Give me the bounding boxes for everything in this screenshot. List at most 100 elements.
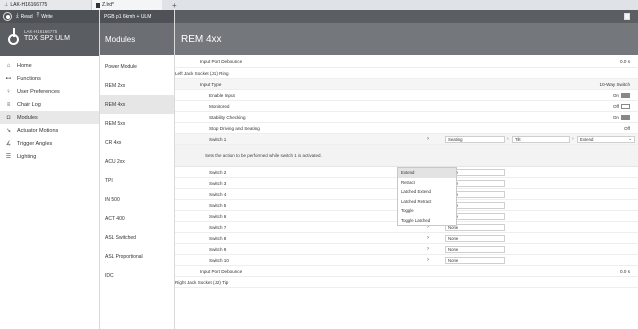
row-label: Switch 9 — [209, 246, 227, 252]
settings-row-switch[interactable]: Switch 8 › None — [175, 233, 638, 244]
row-label: Stop Driving and Seating — [209, 125, 260, 131]
tab-file[interactable]: Z.lrd* — [92, 0, 162, 10]
sidebar-item-label: Actuator Motions — [17, 127, 59, 134]
chevron-right-icon[interactable]: › — [427, 235, 429, 241]
sidebar-item-label: Trigger Angles — [17, 140, 53, 147]
sidebar-item-functions[interactable]: ⊷ Functions — [0, 72, 99, 85]
user-icon: ♀ — [6, 88, 11, 95]
module-item[interactable]: ASL Proportional — [100, 247, 174, 266]
read-icon: ⤓ — [16, 13, 19, 19]
sidebar-item-modules[interactable]: ◘ Modules — [0, 111, 99, 124]
device-name: TDX SP2 ULM — [24, 34, 70, 42]
switch-1-category-field[interactable]: Seating — [445, 135, 505, 143]
sidebar-item-home[interactable]: ⌂ Home — [0, 59, 99, 72]
row-label: Switch 7 — [209, 224, 227, 230]
dropdown-option[interactable]: Toggle — [398, 206, 456, 216]
settings-row[interactable]: Stop Driving and Seating Off — [175, 123, 638, 134]
toggle-switch[interactable] — [621, 103, 630, 109]
home-icon: ⌂ — [6, 62, 11, 69]
switch-value-field[interactable]: None — [445, 245, 505, 253]
modules-icon: ◘ — [6, 114, 11, 121]
write-button[interactable]: ⤒ Write — [37, 13, 53, 20]
module-item[interactable]: CR 4xx — [100, 133, 174, 152]
sidebar-item-actuator-motions[interactable]: ↘ Actuator Motions — [0, 124, 99, 137]
write-icon: ⤒ — [36, 13, 40, 19]
sidebar-item-chair-log[interactable]: ≡ Chair Log — [0, 98, 99, 111]
stability-toggle[interactable]: On — [612, 114, 630, 120]
row-label: Switch 4 — [209, 191, 227, 197]
row-label: Switch 3 — [209, 180, 227, 186]
toggle-label: On — [612, 114, 619, 120]
chevron-right-icon[interactable]: › — [427, 257, 429, 263]
chevron-right-icon: › — [572, 136, 574, 142]
settings-row-switch[interactable]: Switch 9 › None — [175, 244, 638, 255]
row-label: Switch 10 — [209, 257, 229, 263]
chevron-right-icon: › — [507, 136, 509, 142]
sidebar-item-label: Lighting — [17, 153, 37, 160]
sidebar-item-trigger-angles[interactable]: ∡ Trigger Angles — [0, 137, 99, 150]
module-item[interactable]: IDC — [100, 266, 174, 285]
sidebar-item-user-preferences[interactable]: ♀ User Preferences — [0, 85, 99, 98]
module-item[interactable]: REM 4xx — [100, 95, 174, 114]
connect-icon[interactable] — [3, 12, 12, 21]
module-item[interactable]: IN 500 — [100, 190, 174, 209]
switch-value-field[interactable]: None — [445, 234, 505, 242]
module-item[interactable]: REM 2xx — [100, 76, 174, 95]
switch-1-function-field[interactable]: Tilt — [512, 135, 570, 143]
program-label: PGB p1 6kmh + ULM — [100, 10, 174, 23]
settings-row-switch[interactable]: Switch 10 › None — [175, 255, 638, 266]
row-value: 10-Way Switch — [599, 81, 630, 87]
module-item[interactable]: ASL Switched — [100, 228, 174, 247]
monitored-toggle[interactable]: Off — [613, 103, 630, 109]
settings-row[interactable]: Input Port Debounce 0.0 s — [175, 266, 638, 277]
row-label: Monitored — [209, 103, 230, 109]
sidebar-item-lighting[interactable]: ☰ Lighting — [0, 150, 99, 163]
action-dropdown-menu: Extend Retract Latched Extend Latched Retra… — [397, 167, 457, 226]
module-item[interactable]: REM 5xx — [100, 114, 174, 133]
enable-input-toggle[interactable]: On — [613, 92, 630, 98]
modules-header: Modules — [100, 23, 174, 55]
sidebar-item-label: User Preferences — [17, 88, 60, 95]
settings-row[interactable]: Input Port Debounce 0.0 s — [175, 55, 638, 68]
row-label: Switch 2 — [209, 169, 227, 175]
module-item[interactable]: ACT 400 — [100, 209, 174, 228]
tab-device[interactable]: ⊥ LAK-H16166775 — [0, 0, 92, 10]
selected-value: Extend — [580, 136, 594, 142]
toggle-switch[interactable] — [621, 92, 630, 98]
switch-value-field[interactable]: None — [445, 256, 505, 264]
row-label: Enable Input — [209, 92, 235, 98]
module-item[interactable]: ACU 2xx — [100, 152, 174, 171]
new-tab-button[interactable]: + — [172, 1, 177, 10]
dropdown-option[interactable]: Latched Retract — [398, 197, 456, 207]
row-label: Switch 8 — [209, 235, 227, 241]
settings-row[interactable]: Monitored Off — [175, 101, 638, 112]
dropdown-option[interactable]: Latched Extend — [398, 187, 456, 197]
settings-row[interactable]: Stability Checking On — [175, 112, 638, 123]
section-label: Right Jack Socket (J2) Tip — [175, 279, 229, 285]
read-label: Read — [20, 13, 33, 20]
toggle-switch[interactable] — [621, 114, 630, 120]
module-item[interactable]: TPI — [100, 171, 174, 190]
settings-row[interactable]: Input Type 10-Way Switch — [175, 79, 638, 90]
settings-row-switch-1[interactable]: Switch 1 › Seating › Tilt › Extend ⌄ — [175, 134, 638, 145]
dropdown-option[interactable]: Retract — [398, 178, 456, 188]
switch-1-action-select[interactable]: Extend ⌄ — [577, 135, 635, 143]
device-tab-icon: ⊥ — [4, 2, 9, 8]
dropdown-option[interactable]: Extend — [398, 168, 456, 178]
row-label: Stability Checking — [209, 114, 246, 120]
modules-panel: PGB p1 6kmh + ULM Modules Power Module R… — [100, 10, 175, 329]
row-value: 0.0 s — [620, 58, 630, 64]
page-icon[interactable] — [624, 13, 630, 20]
module-item[interactable]: Power Module — [100, 57, 174, 76]
row-label: Switch 6 — [209, 213, 227, 219]
section-label: Left Jack Socket (J1) Ring — [175, 70, 229, 76]
settings-section[interactable]: Right Jack Socket (J2) Tip — [175, 277, 638, 288]
dropdown-option[interactable]: Toggle Latched — [398, 216, 456, 226]
sidebar-item-label: Functions — [17, 75, 41, 82]
settings-row[interactable]: Enable Input On — [175, 90, 638, 101]
chevron-right-icon[interactable]: › — [427, 246, 429, 252]
chevron-right-icon[interactable]: › — [427, 136, 429, 142]
read-button[interactable]: ⤓ Read — [16, 13, 33, 20]
settings-section[interactable]: Left Jack Socket (J1) Ring — [175, 68, 638, 79]
chevron-down-icon: ⌄ — [628, 136, 632, 141]
